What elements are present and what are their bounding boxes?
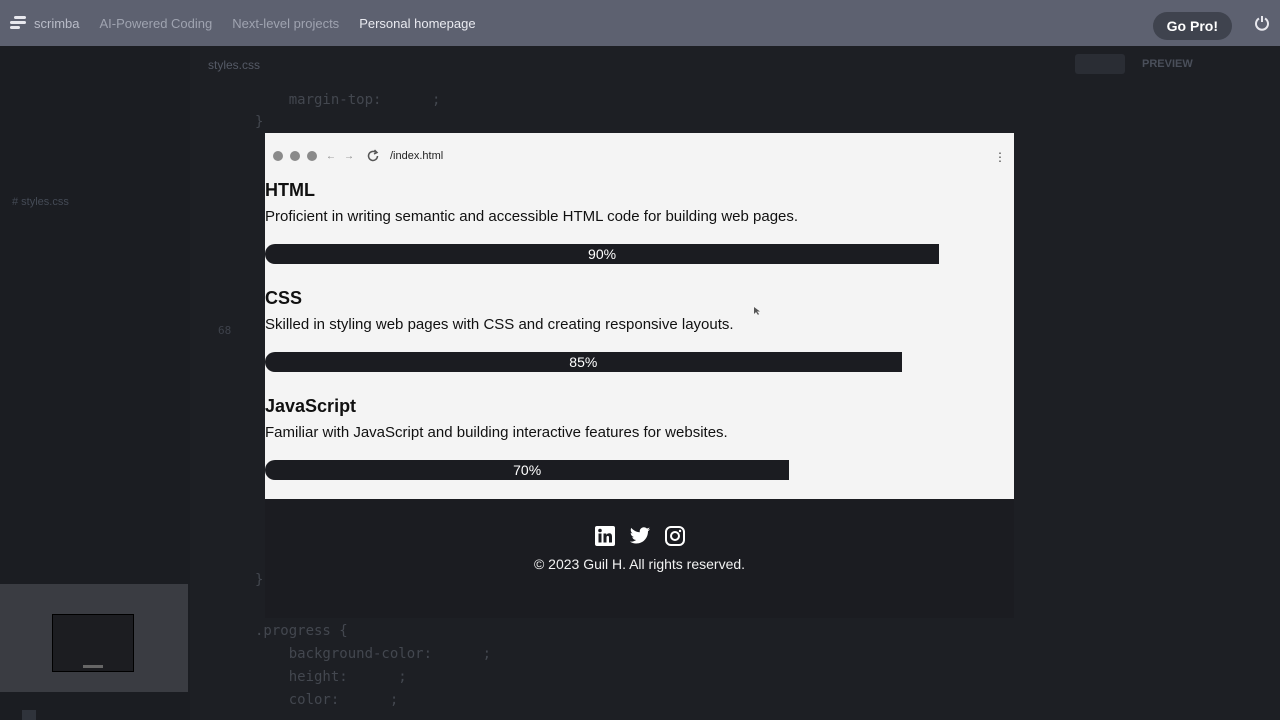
reload-icon[interactable] xyxy=(366,149,380,163)
scrimba-logo-icon xyxy=(10,16,26,30)
power-icon[interactable] xyxy=(1254,15,1270,31)
go-pro-button[interactable]: Go Pro! xyxy=(1152,12,1232,40)
preview-tab[interactable]: PREVIEW xyxy=(1142,58,1193,70)
progress-bar: 90% xyxy=(265,244,940,264)
window-dot-icon xyxy=(273,151,283,161)
skill-css: CSS Skilled in styling web pages with CS… xyxy=(265,287,1014,372)
breadcrumb-lesson[interactable]: Personal homepage xyxy=(359,16,475,31)
linkedin-icon[interactable] xyxy=(594,525,616,547)
run-button[interactable] xyxy=(1075,54,1125,74)
skill-description: Proficient in writing semantic and acces… xyxy=(265,208,799,225)
skill-description: Familiar with JavaScript and building in… xyxy=(265,424,728,441)
twitter-icon[interactable] xyxy=(629,525,651,547)
skill-description: Skilled in styling web pages with CSS an… xyxy=(265,316,734,333)
top-nav: scrimba AI-Powered Coding Next-level pro… xyxy=(0,0,1280,46)
browser-preview: ← → /index.html ⋮ HTML Proficient in wri… xyxy=(265,133,1014,618)
skill-javascript: JavaScript Familiar with JavaScript and … xyxy=(265,395,1014,480)
progress-bar: 70% xyxy=(265,460,790,480)
skill-title: JavaScript xyxy=(265,396,357,416)
window-dot-icon xyxy=(307,151,317,161)
code-progress-rule: .progress { background-color: ; height: … xyxy=(255,623,492,708)
skill-html: HTML Proficient in writing semantic and … xyxy=(265,179,1014,264)
code-brace-mid: } xyxy=(255,572,264,588)
thumbnail-screen xyxy=(52,614,134,672)
sidebar-file-styles[interactable]: # styles.css xyxy=(12,196,69,208)
grid-icon[interactable] xyxy=(22,710,36,720)
mouse-cursor-icon xyxy=(754,307,760,315)
breadcrumb-module[interactable]: Next-level projects xyxy=(232,16,339,31)
code-brace-top: } xyxy=(255,114,264,130)
browser-toolbar: ← → /index.html ⋮ xyxy=(265,133,1014,179)
copyright-text: © 2023 Guil H. All rights reserved. xyxy=(533,556,746,572)
skills-section: HTML Proficient in writing semantic and … xyxy=(265,179,1014,503)
page-footer: © 2023 Guil H. All rights reserved. xyxy=(265,499,1014,618)
window-dot-icon xyxy=(290,151,300,161)
instagram-icon[interactable] xyxy=(664,525,686,547)
code-line-margin: margin-top: ; xyxy=(255,92,441,108)
more-options-icon[interactable]: ⋮ xyxy=(994,150,1006,164)
forward-arrow-icon[interactable]: → xyxy=(344,151,354,162)
thumbnail-bar xyxy=(83,665,103,668)
progress-bar: 85% xyxy=(265,352,902,372)
url-field[interactable]: /index.html xyxy=(390,150,443,162)
line-number: 68 xyxy=(218,324,232,337)
scrimba-logo[interactable]: scrimba xyxy=(10,16,80,31)
video-thumbnail[interactable] xyxy=(0,584,188,692)
tab-styles-css[interactable]: styles.css xyxy=(208,58,260,72)
back-arrow-icon[interactable]: ← xyxy=(326,151,336,162)
skill-title: CSS xyxy=(265,288,303,308)
social-links xyxy=(265,525,1014,547)
breadcrumb-course[interactable]: AI-Powered Coding xyxy=(100,16,213,31)
skill-title: HTML xyxy=(265,180,315,200)
logo-text: scrimba xyxy=(34,15,80,31)
